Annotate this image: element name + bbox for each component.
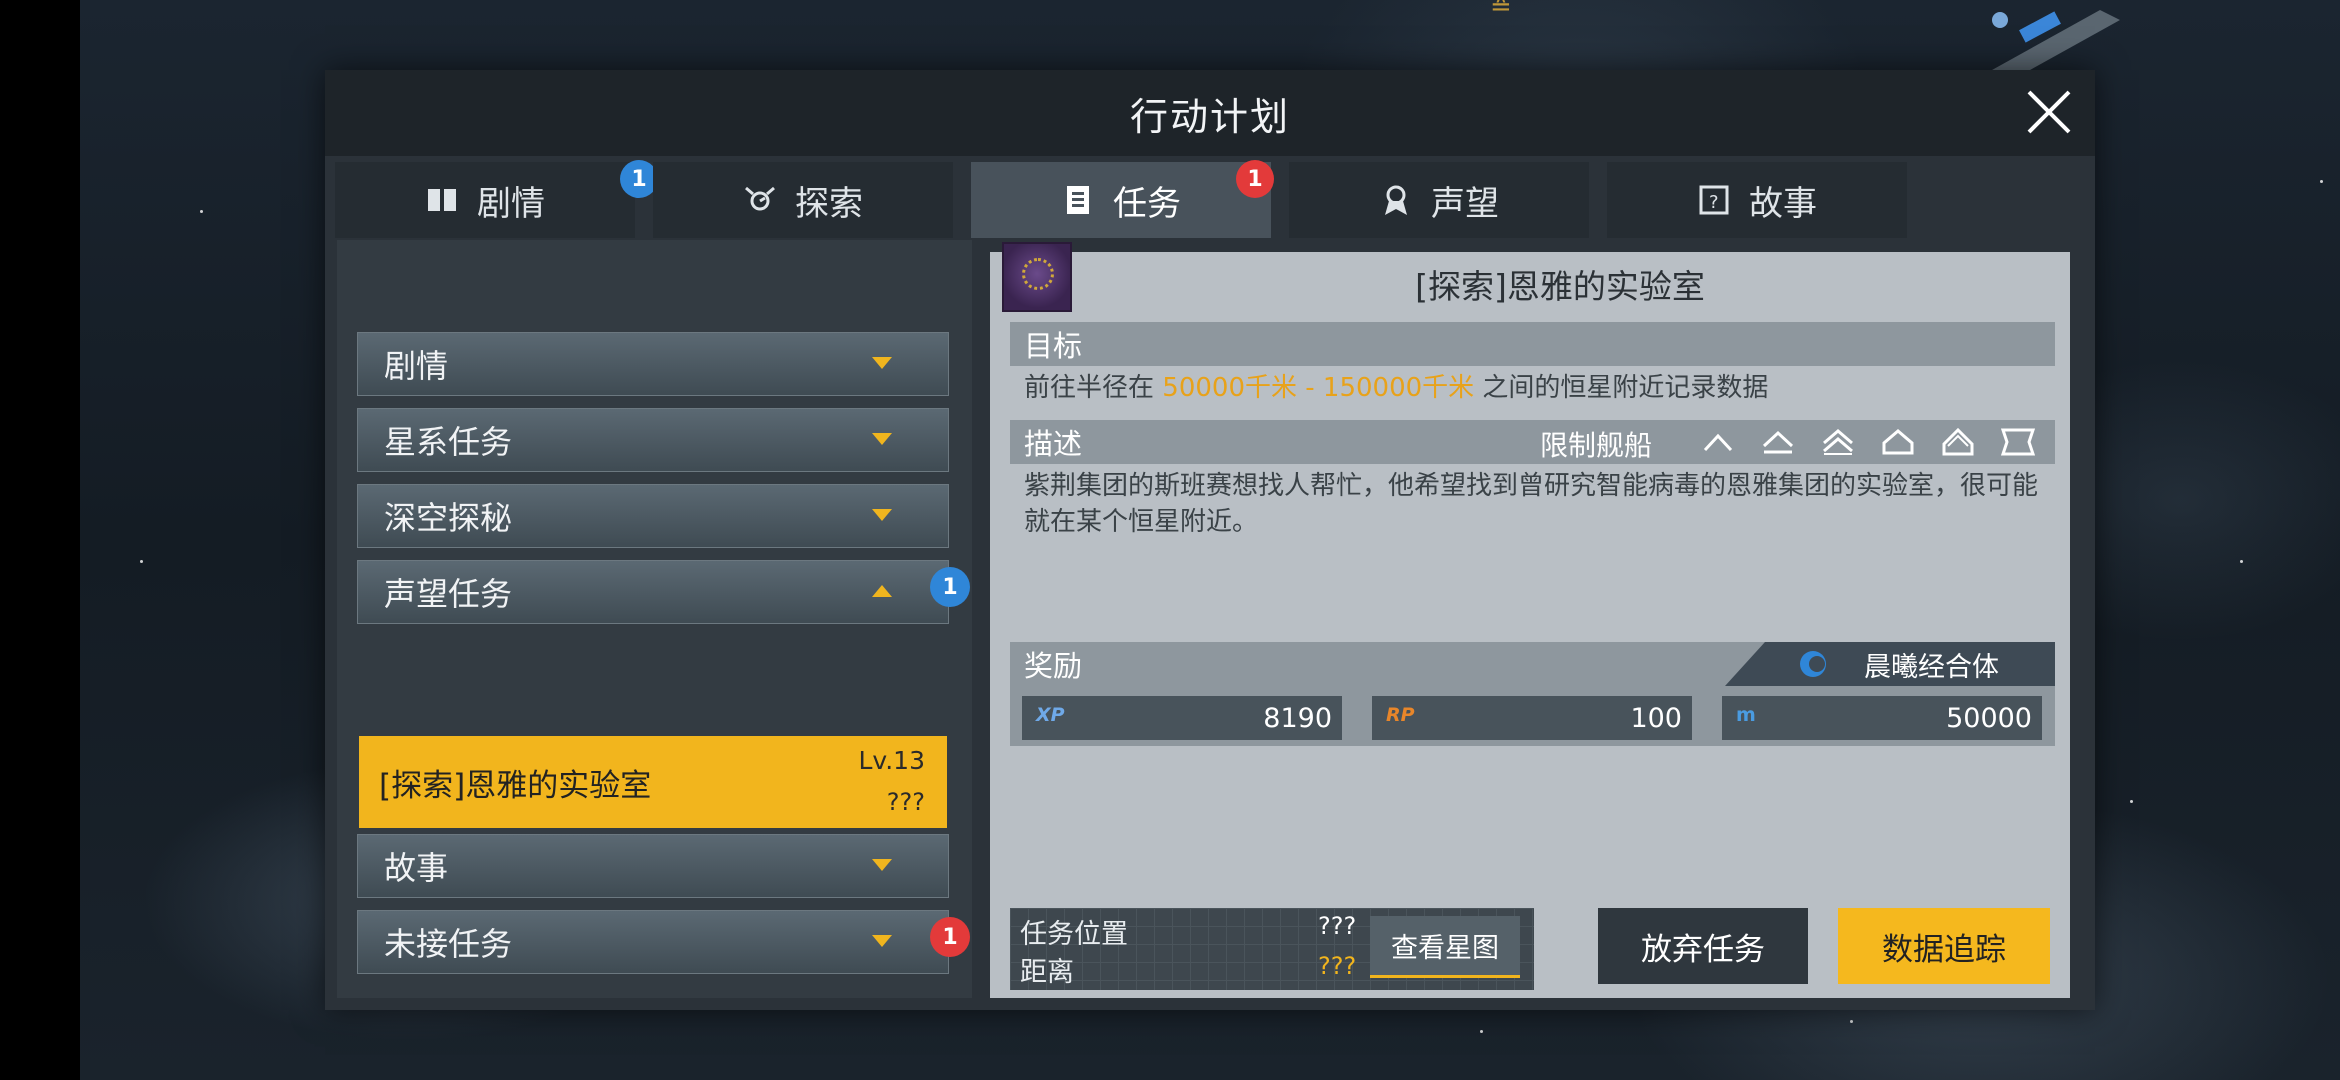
chevron-up-icon [872,585,892,597]
category-label: 未接任务 [384,925,513,963]
xp-icon: XP [1036,704,1065,726]
quest-location-box: 任务位置 距离 ??? ??? 查看星图 [1010,908,1534,990]
ship-class-1-icon [1700,424,1736,460]
tab-label: 探索 [795,183,863,224]
restricted-ships-label: 限制舰船 [1540,429,1653,462]
quest-unknown-value: ??? [886,788,925,816]
objective-text: 前往半径在 50000千米 - 150000千米 之间的恒星附近记录数据 [1024,370,1768,406]
tab-tasks[interactable]: 任务 1 [971,160,1274,238]
description-header: 描述 限制舰船 [1010,420,2055,464]
close-button[interactable] [2021,84,2077,140]
location-value: ??? [1318,912,1357,940]
data-tracking-button[interactable]: 数据追踪 [1838,908,2050,984]
chevron-down-icon [872,509,892,521]
dialog-title: 行动计划 [1129,94,1290,139]
reward-value: 100 [1630,702,1682,734]
ship-class-5-icon [1940,424,1976,460]
ship-class-3-icon [1820,424,1856,460]
tab-story[interactable]: 剧情 1 [335,160,658,238]
faction-tag: 晨曦经合体 [1725,642,2055,686]
category-stories[interactable]: 故事 [357,834,949,898]
category-label: 故事 [384,849,449,887]
tab-label: 剧情 [477,183,545,224]
explore-icon [743,183,777,217]
chevron-down-icon [872,859,892,871]
category-label: 深空探秘 [384,499,513,537]
story-icon: ? [1697,183,1731,217]
category-label: 星系任务 [384,423,513,461]
ship-class-4-icon [1880,424,1916,460]
tab-reputation[interactable]: 声望 [1289,162,1589,238]
chevron-down-icon [872,433,892,445]
category-deep-space[interactable]: 深空探秘 [357,484,949,548]
objective-range: 50000千米 - 150000千米 [1162,373,1475,403]
location-label: 任务位置 [1020,919,1128,950]
view-starmap-button[interactable]: 查看星图 [1370,916,1520,978]
rp-icon: RP [1386,704,1415,726]
distance-label: 距离 [1020,957,1074,988]
reward-credits: m 50000 [1722,696,2042,740]
action-plan-dialog: 行动计划 剧情 1 探索 任务 1 声望 ? 故事 剧情 星系任务 深空探秘 声… [325,70,2095,1010]
distance-value: ??? [1318,952,1357,980]
category-story[interactable]: 剧情 [357,332,949,396]
tab-label: 任务 [1113,183,1181,224]
tab-stories[interactable]: ? 故事 [1607,162,1907,238]
quest-title: [探索]恩雅的实验室 [1415,267,1705,306]
category-galaxy-tasks[interactable]: 星系任务 [357,408,949,472]
category-unaccepted[interactable]: 未接任务 1 [357,910,970,974]
reward-xp: XP 8190 [1022,696,1342,740]
notification-badge: 1 [930,917,970,957]
close-icon [2027,90,2071,134]
tab-label: 声望 [1431,183,1499,224]
quest-level: Lv.13 [858,746,925,775]
description-text: 紫荆集团的斯班赛想找人帮忙，他希望找到曾研究智能病毒的恩雅集团的实验室，很可能就… [1024,471,2039,537]
reward-value: 50000 [1946,702,2032,734]
ship-class-2-icon [1760,424,1796,460]
reward-rp: RP 100 [1372,696,1692,740]
reward-row: XP 8190 RP 100 m 50000 [1010,686,2055,746]
description-header-label: 描述 [1024,427,1083,461]
reputation-icon [1379,183,1413,217]
reward-header-label: 奖励 [1024,649,1083,683]
quest-category-panel: 剧情 星系任务 深空探秘 声望任务 1 [探索]恩雅的实验室 Lv.13 ???… [337,240,972,998]
title-bar: 行动计划 [325,70,2095,156]
faction-name: 晨曦经合体 [1864,651,1999,683]
abandon-quest-button[interactable]: 放弃任务 [1598,908,1808,984]
quest-item-enya-lab[interactable]: [探索]恩雅的实验室 Lv.13 ??? [359,736,947,828]
notification-badge: 1 [1236,160,1274,198]
book-icon [425,183,459,217]
objective-suffix: 之间的恒星附近记录数据 [1482,373,1769,403]
svg-text:?: ? [1709,192,1719,213]
reward-header: 奖励 晨曦经合体 [1010,642,2055,686]
tab-label: 故事 [1749,183,1817,224]
category-label: 剧情 [384,347,449,385]
map-marker-icon: ≙ [1490,0,1512,22]
category-label: 声望任务 [384,575,513,613]
notification-badge: 1 [930,567,970,607]
quest-item-name: [探索]恩雅的实验室 [379,767,652,804]
quest-detail-panel: [探索]恩雅的实验室 目标 前往半径在 50000千米 - 150000千米 之… [990,242,2070,998]
objective-header: 目标 [1010,322,2055,366]
restricted-ship-icons [1700,424,2036,460]
tab-explore[interactable]: 探索 [653,162,953,238]
objective-prefix: 前往半径在 [1024,373,1155,403]
tab-bar: 剧情 1 探索 任务 1 声望 ? 故事 [335,160,2083,238]
reward-value: 8190 [1263,702,1332,734]
faction-logo-icon [1800,651,1826,677]
chevron-down-icon [872,935,892,947]
task-icon [1061,183,1095,217]
credits-icon: m [1736,704,1756,726]
ship-class-6-icon [2000,424,2036,460]
objective-header-label: 目标 [1024,329,1083,363]
category-reputation-tasks[interactable]: 声望任务 1 [357,560,970,624]
chevron-down-icon [872,357,892,369]
